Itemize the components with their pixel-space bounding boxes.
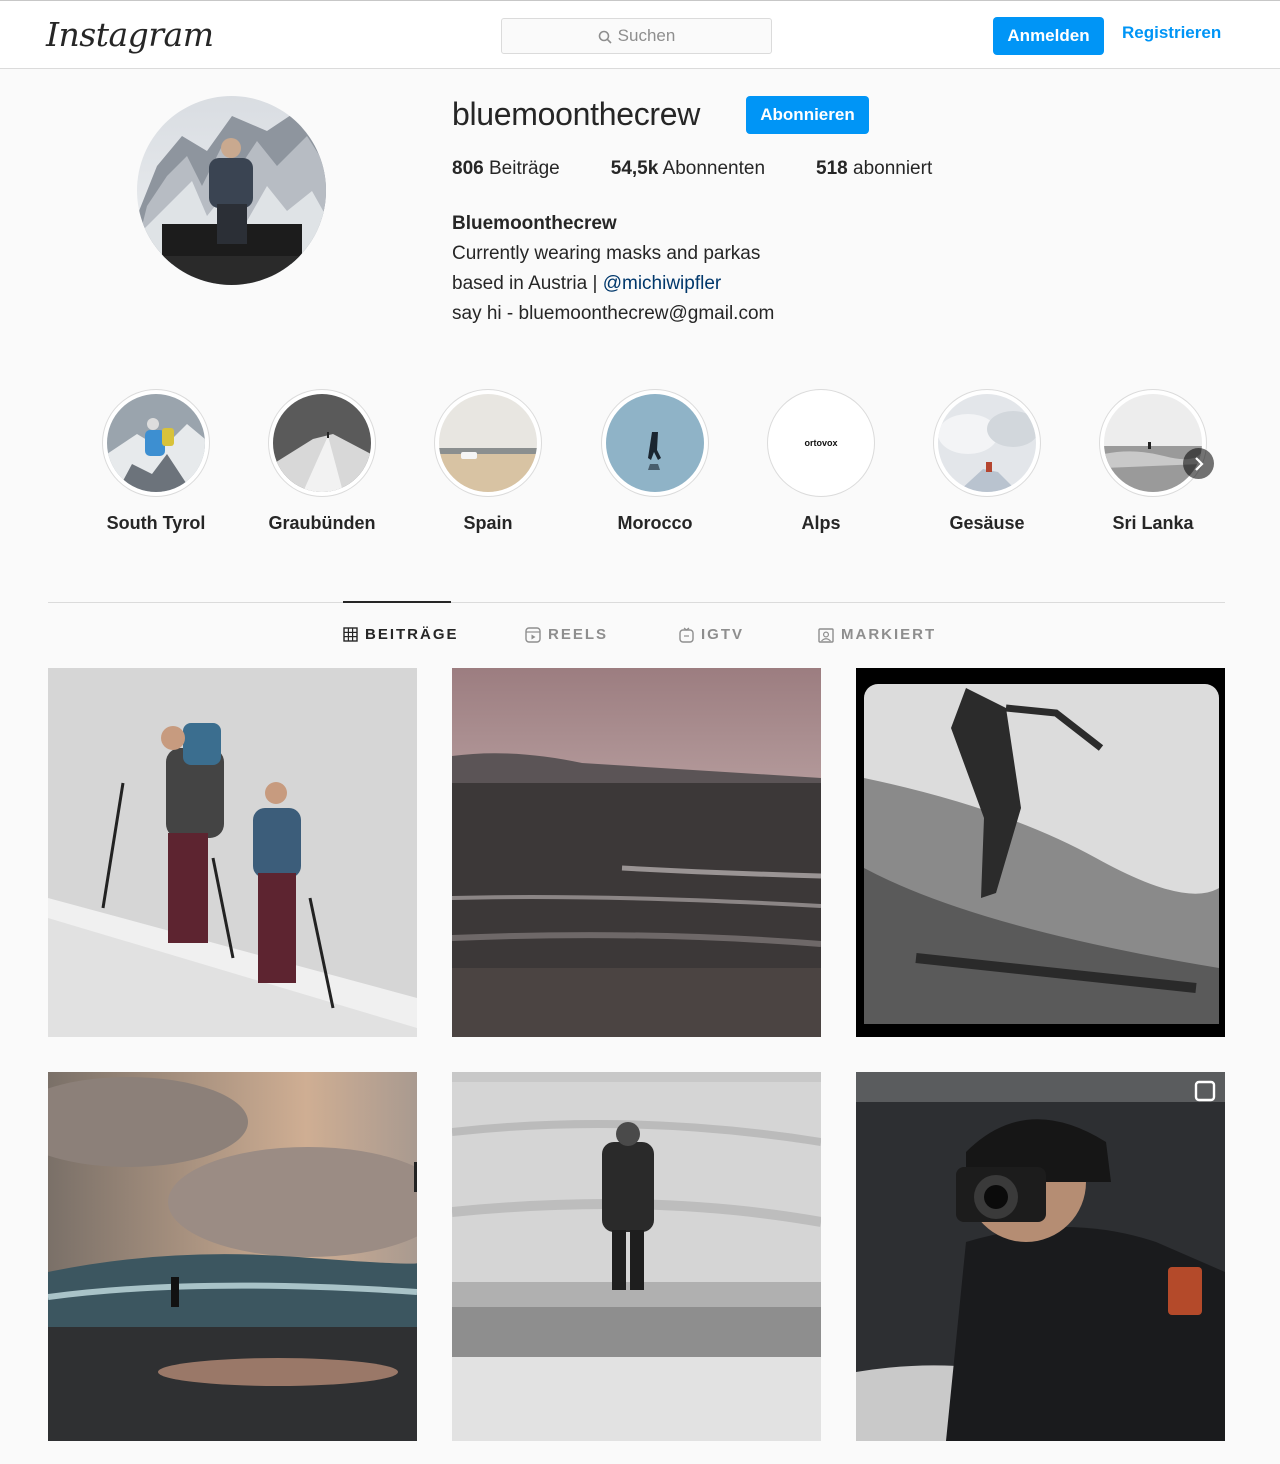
highlight-gesaeuse[interactable]: Gesäuse	[917, 389, 1057, 534]
search-placeholder: Suchen	[617, 26, 676, 45]
tab-tagged-label: MARKIERT	[841, 626, 937, 643]
posts-label: Beiträge	[483, 158, 560, 179]
highlight-image	[107, 394, 205, 492]
search-input[interactable]: Suchen	[501, 18, 772, 54]
profile-bio: Bluemoonthecrew Currently wearing masks …	[452, 209, 774, 329]
tab-igtv[interactable]: IGTV	[679, 626, 744, 643]
register-link[interactable]: Registrieren	[1122, 23, 1221, 43]
bio-mention-link[interactable]: @michiwipfler	[603, 273, 722, 294]
login-button[interactable]: Anmelden	[993, 17, 1104, 55]
followers-label: Abonnenten	[658, 158, 766, 179]
profile-stats: 806 Beiträge 54,5k Abonnenten 518 abonni…	[452, 158, 983, 180]
tab-reels-label: REELS	[548, 626, 609, 643]
highlight-alps[interactable]: ortovox Alps	[751, 389, 891, 534]
highlight-label: Morocco	[617, 513, 693, 533]
highlight-ring	[1099, 389, 1207, 497]
bio-name: Bluemoonthecrew	[452, 213, 617, 234]
active-tab-indicator	[343, 601, 451, 603]
highlight-image	[938, 394, 1036, 492]
ortovox-logo: ortovox	[804, 438, 838, 448]
bio-line-3: say hi - bluemoonthecrew@gmail.com	[452, 303, 775, 324]
bio-location: based in Austria |	[452, 273, 603, 294]
highlight-image	[439, 394, 537, 492]
posts-count: 806	[452, 158, 484, 179]
highlight-morocco[interactable]: Morocco	[585, 389, 725, 534]
post-thumbnail-ski-touring[interactable]	[48, 668, 417, 1037]
grid-icon	[343, 627, 358, 642]
following-count-stat[interactable]: 518 abonniert	[816, 158, 932, 180]
highlight-image	[606, 394, 704, 492]
highlight-label: South Tyrol	[106, 513, 206, 533]
chevron-right-icon	[1194, 456, 1204, 471]
profile-avatar[interactable]	[137, 96, 326, 285]
igtv-icon	[679, 627, 694, 643]
search-icon	[598, 29, 612, 44]
highlight-ring: ortovox	[767, 389, 875, 497]
highlight-label: Gesäuse	[949, 513, 1025, 533]
highlight-south-tyrol[interactable]: South Tyrol	[86, 389, 226, 534]
highlight-label: Graubünden	[268, 513, 376, 533]
bio-line-2: based in Austria | @michiwipfler	[452, 269, 774, 299]
tab-posts[interactable]: BEITRÄGE	[343, 626, 459, 643]
highlight-label: Spain	[463, 513, 513, 533]
highlights-next-button[interactable]	[1183, 448, 1214, 479]
post-thumbnail-snow-portrait[interactable]	[452, 1072, 821, 1441]
post-thumbnail-sea-dusk[interactable]	[452, 668, 821, 1037]
reels-icon	[525, 626, 541, 643]
story-highlights: South Tyrol Graubünden Spain Morocco ort…	[48, 389, 1225, 549]
post-thumbnail-surf-sunset[interactable]	[48, 1072, 417, 1441]
tab-reels[interactable]: REELS	[525, 626, 608, 643]
post-thumbnail-surfer-bw[interactable]	[856, 668, 1225, 1037]
top-navigation-bar: Instagram Suchen Anmelden Registrieren	[0, 0, 1280, 69]
tab-tagged[interactable]: MARKIERT	[818, 626, 936, 643]
instagram-logo[interactable]: Instagram	[46, 15, 214, 54]
post-thumbnail-photographer[interactable]	[856, 1072, 1225, 1441]
highlight-label: Sri Lanka	[1112, 513, 1194, 533]
highlight-graubuenden[interactable]: Graubünden	[252, 389, 392, 534]
following-label: abonniert	[847, 158, 933, 179]
highlight-ring	[933, 389, 1041, 497]
following-count: 518	[816, 158, 848, 179]
highlight-ring	[268, 389, 376, 497]
highlight-image	[1104, 394, 1202, 492]
followers-count: 54,5k	[610, 158, 659, 179]
highlight-spain[interactable]: Spain	[418, 389, 558, 534]
tagged-icon	[818, 627, 834, 643]
tab-igtv-label: IGTV	[701, 626, 745, 643]
followers-count-stat[interactable]: 54,5k Abonnenten	[611, 158, 765, 180]
follow-button[interactable]: Abonnieren	[746, 96, 869, 134]
tabs-divider	[48, 602, 1225, 603]
highlight-ring	[102, 389, 210, 497]
highlight-image	[273, 394, 371, 492]
bio-line-1: Currently wearing masks and parkas	[452, 243, 761, 264]
highlight-label: Alps	[801, 513, 841, 533]
highlight-ring	[434, 389, 542, 497]
profile-username: bluemoonthecrew	[452, 96, 701, 132]
tab-posts-label: BEITRÄGE	[365, 626, 459, 643]
posts-count-stat: 806 Beiträge	[452, 158, 560, 180]
highlight-ring	[601, 389, 709, 497]
highlight-image: ortovox	[772, 394, 870, 492]
